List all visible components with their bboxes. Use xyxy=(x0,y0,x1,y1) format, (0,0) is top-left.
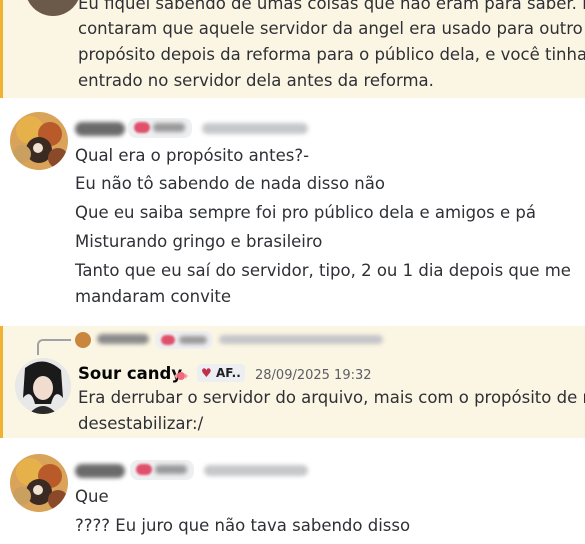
avatar[interactable] xyxy=(10,112,68,170)
avatar[interactable] xyxy=(25,0,81,16)
candy-emoji-icon xyxy=(174,367,188,380)
message-text: Tanto que eu saí do servidor, tipo, 2 ou… xyxy=(75,261,571,280)
avatar-image xyxy=(10,454,68,512)
message-text: Qual era o propósito antes?- xyxy=(75,146,310,165)
reply-preview[interactable] xyxy=(75,330,395,350)
message-text: Que xyxy=(75,487,109,506)
message-highlighted-reply: Sour candy ♥ AF.. 28/09/2025 19:32 Era d… xyxy=(0,326,585,438)
message-text: Eu não tô sabendo de nada disso não xyxy=(75,174,385,193)
server-tag[interactable]: ♥ AF.. xyxy=(197,364,245,382)
message-highlighted-top: Eu fiquei sabendo de umas coisas que não… xyxy=(0,0,585,98)
reply-connector xyxy=(37,339,71,355)
timestamp: 28/09/2025 19:32 xyxy=(255,368,372,383)
avatar[interactable] xyxy=(10,454,68,512)
avatar[interactable] xyxy=(15,358,71,414)
message-text: Era derrubar o servidor do arquivo, mais… xyxy=(78,388,585,407)
username-redacted xyxy=(75,122,125,136)
message-text: Que eu saiba sempre foi pro público dela… xyxy=(75,203,537,222)
heart-icon: ♥ xyxy=(201,366,212,380)
role-badge-redacted xyxy=(128,118,192,138)
message-text: entrado no servidor dela antes da reform… xyxy=(78,71,434,90)
username-redacted xyxy=(75,464,125,478)
username[interactable]: Sour candy xyxy=(78,364,182,383)
message-text: desestabilizar:/ xyxy=(78,414,204,433)
timestamp-redacted xyxy=(204,465,308,476)
avatar-image xyxy=(15,358,71,414)
message-2: Qual era o propósito antes?- Eu não tô s… xyxy=(0,98,585,326)
avatar-image xyxy=(10,112,68,170)
role-badge-redacted xyxy=(130,460,194,480)
message-text: contaram que aquele servidor da angel er… xyxy=(78,19,583,38)
message-text: propósito depois da reforma para o públi… xyxy=(78,45,585,64)
message-text: Misturando gringo e brasileiro xyxy=(75,232,323,251)
timestamp-redacted xyxy=(202,123,308,134)
message-text: ???? Eu juro que não tava sabendo disso xyxy=(75,516,411,535)
message-4: Que ???? Eu juro que não tava sabendo di… xyxy=(0,438,585,544)
message-text: mandaram convite xyxy=(75,287,232,306)
